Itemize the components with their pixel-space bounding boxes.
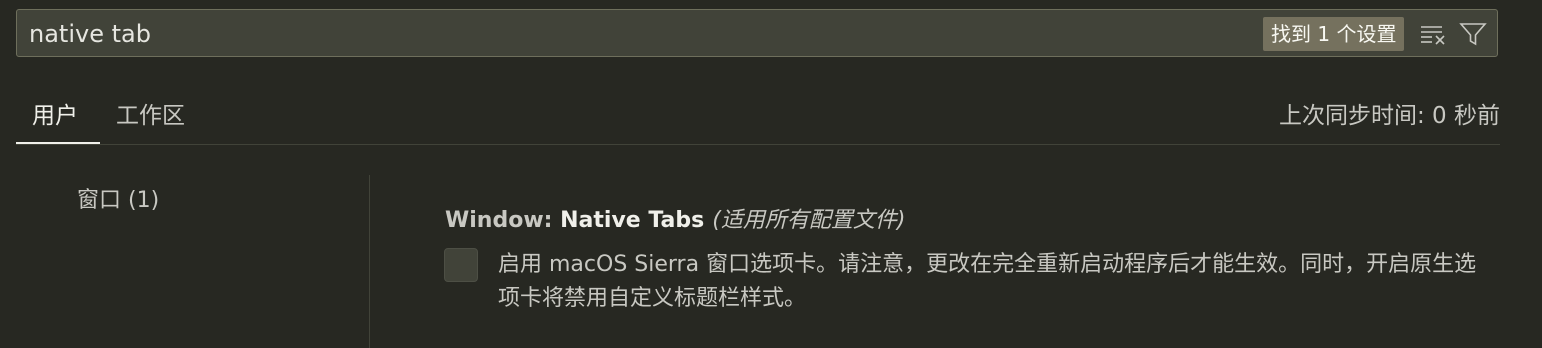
native-tabs-checkbox[interactable] xyxy=(444,248,478,282)
search-input[interactable] xyxy=(29,18,1229,50)
search-result-count-badge: 找到 1 个设置 xyxy=(1263,17,1405,51)
filter-icon[interactable] xyxy=(1458,20,1488,48)
clear-filter-icon[interactable] xyxy=(1419,20,1449,48)
toc-divider xyxy=(369,175,370,348)
tab-workspace[interactable]: 工作区 xyxy=(116,96,185,130)
toc-item-window[interactable]: 窗口 (1) xyxy=(77,182,159,214)
setting-scope: (适用所有配置文件) xyxy=(712,208,906,233)
tab-user[interactable]: 用户 xyxy=(32,96,78,130)
settings-search-box[interactable]: 找到 1 个设置 xyxy=(16,9,1498,57)
sync-status: 上次同步时间: 0 秒前 xyxy=(1278,103,1500,129)
setting-category: Window: xyxy=(445,208,561,233)
setting-title: Window: Native Tabs (适用所有配置文件) xyxy=(445,202,905,234)
settings-editor: 找到 1 个设置 用户 工作区 上次同步时间: 0 秒前 窗口 (1) Wind… xyxy=(0,0,1542,348)
tabs-divider xyxy=(16,144,1500,145)
setting-name: Native Tabs xyxy=(560,208,705,233)
setting-description: 启用 macOS Sierra 窗口选项卡。请注意，更改在完全重新启动程序后才能… xyxy=(498,252,1477,311)
